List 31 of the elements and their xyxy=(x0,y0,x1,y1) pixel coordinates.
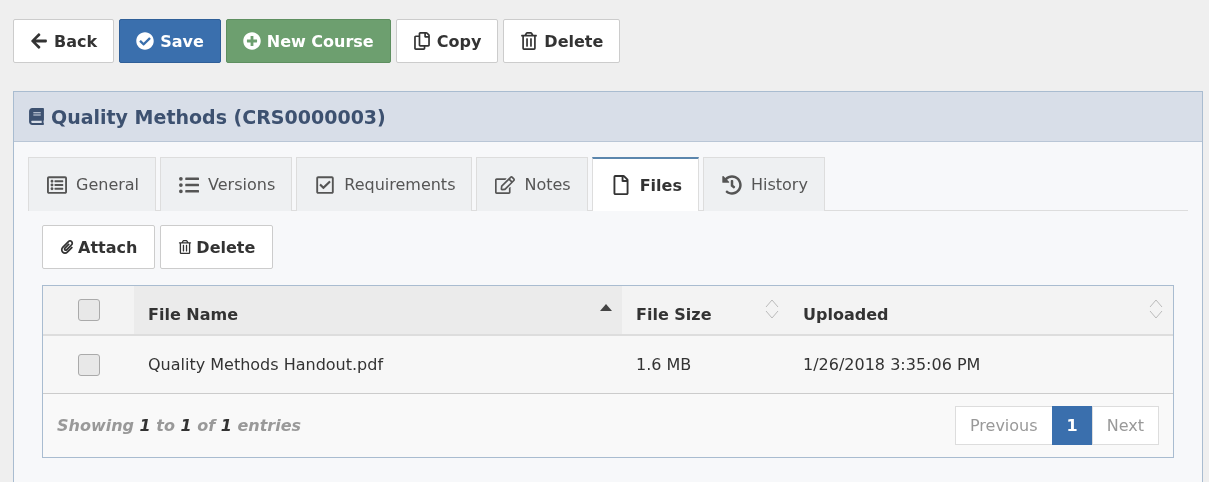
arrow-left-icon xyxy=(30,32,48,50)
trash-icon xyxy=(520,32,539,50)
book-icon xyxy=(28,108,45,125)
column-header[interactable]: Uploaded xyxy=(789,286,1173,336)
toolbar-button[interactable]: Save xyxy=(119,19,221,63)
checkbox[interactable] xyxy=(77,353,100,376)
paperclip-icon xyxy=(60,240,74,254)
toolbar-button[interactable]: Delete xyxy=(503,19,621,63)
list-card-icon xyxy=(47,174,67,195)
tab[interactable]: History xyxy=(702,157,825,211)
tab[interactable]: Versions xyxy=(160,157,293,211)
copy-icon xyxy=(412,32,431,50)
checkbox[interactable] xyxy=(77,299,100,321)
toolbar-button[interactable]: Back xyxy=(13,19,115,63)
trash-icon xyxy=(178,240,193,254)
tab[interactable]: Files xyxy=(591,157,699,211)
action-button[interactable]: Attach xyxy=(42,225,156,269)
edit-icon xyxy=(495,174,516,195)
column-header[interactable]: File Size xyxy=(622,286,789,336)
entries-info: Showing 1 to 1 of 1 entries xyxy=(57,416,302,435)
tab[interactable]: Requirements xyxy=(296,157,473,211)
column-header[interactable]: File Name xyxy=(134,286,622,336)
tab[interactable]: Notes xyxy=(476,157,588,211)
page-button[interactable]: 1 xyxy=(1051,406,1093,445)
panel-title: Quality Methods (CRS0000003) xyxy=(51,105,386,128)
checkbox-icon xyxy=(315,174,336,195)
action-button[interactable]: Delete xyxy=(160,225,274,269)
toolbar-button[interactable]: Copy xyxy=(395,19,499,63)
history-icon xyxy=(721,174,742,195)
list-icon xyxy=(179,174,200,195)
tab[interactable]: General xyxy=(28,157,157,211)
